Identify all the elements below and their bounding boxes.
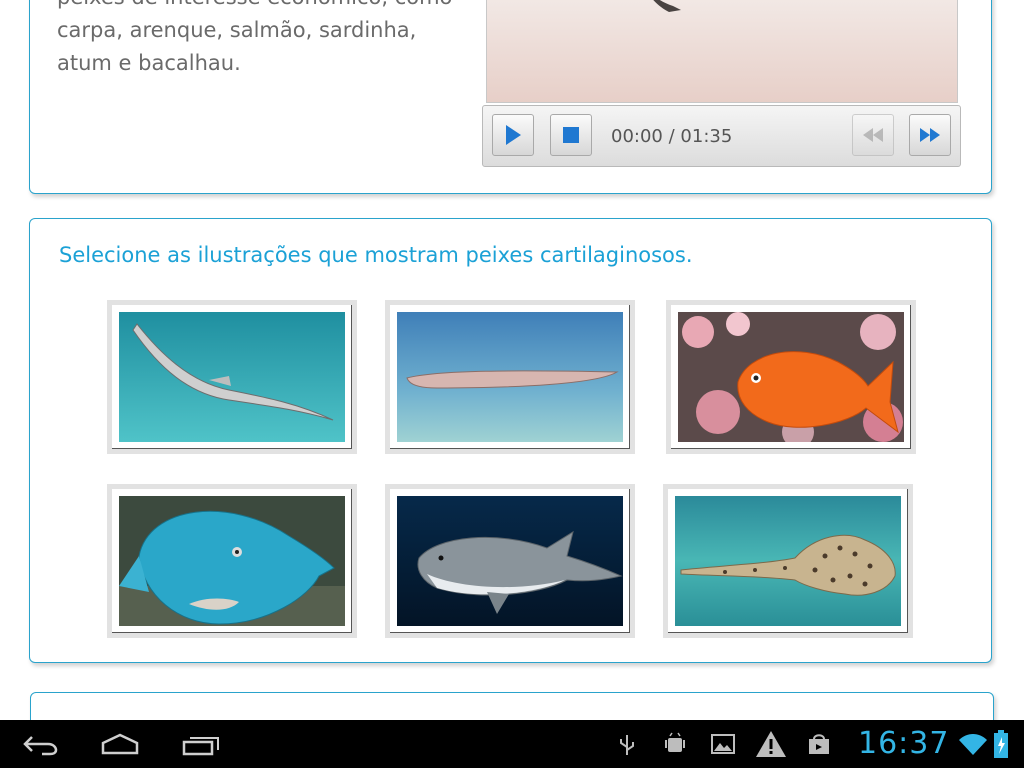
warning-icon bbox=[756, 731, 786, 757]
shopping-bag-icon bbox=[809, 734, 829, 754]
option-shark[interactable] bbox=[385, 484, 635, 638]
gallery-icon bbox=[711, 734, 735, 754]
video-card: peixes de interesse econômico, como carp… bbox=[29, 0, 992, 194]
time-separator: / bbox=[668, 126, 675, 147]
shark-image bbox=[397, 496, 623, 626]
time-display: 00:00 / 01:35 bbox=[611, 126, 732, 147]
quiz-question: Selecione as ilustrações que mostram pei… bbox=[59, 243, 693, 267]
lamprey-image bbox=[119, 312, 345, 442]
garibaldi-image bbox=[678, 312, 904, 442]
option-lamprey[interactable] bbox=[107, 300, 357, 454]
back-icon[interactable] bbox=[22, 734, 58, 756]
fast-forward-button[interactable] bbox=[909, 114, 951, 156]
play-icon bbox=[506, 125, 521, 145]
wifi-icon bbox=[959, 734, 987, 755]
recent-apps-icon[interactable] bbox=[182, 734, 220, 756]
android-debug-icon bbox=[665, 732, 685, 752]
wrasse-image bbox=[119, 496, 345, 626]
intro-line-2: carpa, arenque, salmão, sardinha, bbox=[57, 18, 417, 42]
guitarfish-image bbox=[675, 496, 901, 626]
video-fish-tail bbox=[653, 0, 681, 12]
status-clock: 16:37 bbox=[858, 726, 950, 761]
intro-line-1: peixes de interesse econômico, como bbox=[57, 0, 457, 14]
usb-icon bbox=[620, 735, 634, 755]
intro-text: peixes de interesse econômico, como carp… bbox=[57, 0, 457, 80]
media-player-controls: 00:00 / 01:35 bbox=[482, 105, 961, 167]
rewind-button[interactable] bbox=[852, 114, 894, 156]
current-time: 00:00 bbox=[611, 126, 663, 147]
hagfish-image bbox=[397, 312, 623, 442]
stop-button[interactable] bbox=[550, 114, 592, 156]
quiz-card: Selecione as ilustrações que mostram pei… bbox=[29, 218, 992, 663]
fast-forward-icon bbox=[920, 128, 940, 142]
rewind-icon bbox=[863, 128, 883, 142]
total-time: 01:35 bbox=[680, 126, 733, 147]
system-navigation-bar: 16:37 bbox=[0, 720, 1024, 768]
stop-icon bbox=[563, 127, 579, 143]
option-guitarfish[interactable] bbox=[663, 484, 913, 638]
battery-charging-icon bbox=[994, 730, 1008, 758]
play-button[interactable] bbox=[492, 114, 534, 156]
option-wrasse[interactable] bbox=[107, 484, 357, 638]
video-frame[interactable] bbox=[486, 0, 958, 103]
intro-line-3: atum e bacalhau. bbox=[57, 51, 241, 75]
option-garibaldi[interactable] bbox=[666, 300, 916, 454]
home-icon[interactable] bbox=[101, 733, 139, 755]
option-hagfish[interactable] bbox=[385, 300, 635, 454]
